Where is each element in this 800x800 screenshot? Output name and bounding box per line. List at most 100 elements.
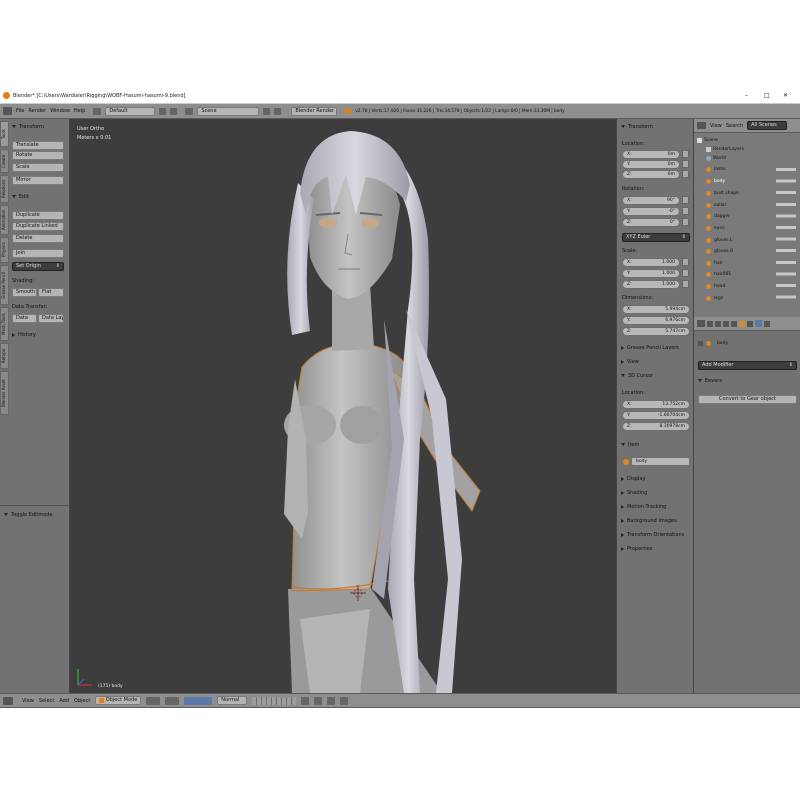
location-x-field[interactable]: X: 0m — [622, 150, 680, 159]
toggle-editmode-header[interactable]: Toggle Editmode — [4, 509, 53, 521]
pivot-point-icon[interactable] — [165, 696, 180, 705]
editor-type-icon[interactable] — [3, 696, 13, 705]
outliner-filter-dropdown[interactable]: All Scenes — [747, 121, 788, 130]
layout-add-icon[interactable] — [159, 107, 167, 115]
viewport-shading-icon[interactable] — [146, 696, 161, 705]
outliner-item-body[interactable]: body — [706, 177, 725, 185]
scene-selector[interactable]: Scene — [197, 106, 260, 116]
editor-type-icon[interactable] — [697, 122, 706, 129]
scene-remove-icon[interactable] — [274, 107, 282, 115]
cursor-x-field[interactable]: X: 13.752cm — [622, 400, 690, 409]
pin-icon[interactable] — [698, 341, 703, 346]
smooth-button[interactable]: Smooth — [12, 288, 37, 297]
render-preview-icon[interactable] — [340, 696, 349, 705]
lock-location-icon[interactable] — [682, 150, 689, 158]
shading-header[interactable]: Shading — [621, 487, 647, 499]
menu-window[interactable]: Window — [50, 108, 70, 114]
set-origin-dropdown[interactable]: Set Origin ⇕ — [12, 262, 64, 271]
motion-tracking-header[interactable]: Motion Tracking — [621, 501, 666, 513]
tab-animation[interactable]: Animation — [0, 205, 9, 235]
properties-header[interactable]: Properties — [621, 543, 652, 555]
duplicate-linked-button[interactable]: Duplicate Linked — [12, 222, 64, 231]
render-engine-selector[interactable]: Blender Render — [291, 106, 338, 116]
lock-location-icon[interactable] — [682, 160, 689, 168]
outliner-item[interactable]: bust shape — [706, 189, 739, 197]
lock-scale-icon[interactable] — [682, 258, 689, 266]
outliner-item[interactable]: head — [706, 282, 725, 290]
scale-z-field[interactable]: Z: 1.000 — [622, 280, 680, 289]
minimize-button[interactable]: – — [745, 92, 748, 99]
transform-header[interactable]: Transform — [12, 121, 44, 133]
menu-select[interactable]: Select — [39, 698, 54, 704]
outliner-item[interactable]: gloves L — [706, 236, 733, 244]
visibility-eye-icon-column[interactable] — [776, 165, 796, 300]
location-z-field[interactable]: Z: 0m — [622, 170, 680, 179]
tab-tools[interactable]: Tools — [0, 121, 9, 147]
view-header[interactable]: View — [621, 356, 639, 368]
mode-selector[interactable]: Object Mode — [95, 696, 142, 705]
tab-create[interactable]: Create — [0, 149, 9, 173]
outliner-item[interactable]: lashs — [706, 165, 726, 173]
editor-type-icon[interactable] — [3, 107, 12, 115]
snap-element-icon[interactable] — [327, 696, 336, 705]
manipulator-icon[interactable] — [184, 696, 213, 705]
dimension-x-field[interactable]: X: 5.994cm — [622, 305, 690, 314]
mirror-button[interactable]: Mirror — [12, 176, 64, 185]
item-name-field[interactable]: body — [631, 457, 690, 466]
shelf-transform-header[interactable]: Transform — [621, 121, 653, 133]
history-header[interactable]: History — [12, 329, 36, 341]
outliner-item[interactable]: legs — [706, 294, 723, 302]
lock-location-icon[interactable] — [682, 170, 689, 178]
grease-pencil-header[interactable]: Grease Pencil Layers — [621, 342, 679, 354]
item-header[interactable]: Item — [621, 439, 639, 451]
world-tab-icon[interactable] — [731, 320, 737, 327]
modifiers-tab-icon[interactable] — [755, 320, 762, 327]
outliner-item-world[interactable]: World — [706, 154, 726, 162]
outliner-item[interactable]: gloves R — [706, 247, 733, 255]
lock-layer-icon[interactable] — [301, 696, 310, 705]
lock-scale-icon[interactable] — [682, 280, 689, 288]
lock-scale-icon[interactable] — [682, 269, 689, 277]
data-button[interactable]: Data — [12, 314, 37, 323]
lock-rotation-icon[interactable] — [682, 196, 689, 204]
layers-tab-icon[interactable] — [715, 320, 721, 327]
maximize-button[interactable]: □ — [764, 92, 770, 99]
edit-header[interactable]: Edit — [12, 191, 29, 203]
transform-orientation-selector[interactable]: Normal — [217, 696, 248, 705]
menu-file[interactable]: File — [16, 108, 24, 114]
layout-remove-icon[interactable] — [170, 107, 178, 115]
tab-retopo[interactable]: Retopo — [0, 343, 9, 369]
tab-mesh-tools[interactable]: Mesh Tools — [0, 307, 9, 341]
rotation-mode-dropdown[interactable]: XYZ Euler ⇕ — [622, 233, 690, 242]
cursor-y-field[interactable]: Y: -1.60704cm — [622, 411, 690, 420]
editor-type-icon[interactable] — [697, 320, 705, 327]
outliner-item[interactable]: collar — [706, 201, 726, 209]
menu-help[interactable]: Help — [74, 108, 85, 114]
menu-add[interactable]: Add — [59, 698, 69, 704]
location-y-field[interactable]: Y: 0m — [622, 160, 680, 169]
outliner-item[interactable]: hair — [706, 259, 723, 267]
data-layout-button[interactable]: Data Layo — [38, 314, 64, 323]
tab-grease-pencil[interactable]: Grease Pencil — [0, 265, 9, 305]
outliner-item-renderlayers[interactable]: RenderLayers — [706, 145, 744, 153]
lock-rotation-icon[interactable] — [682, 207, 689, 215]
close-button[interactable]: ✕ — [783, 92, 788, 99]
tab-relations[interactable]: Relations — [0, 175, 9, 203]
outliner-item[interactable]: eyes — [706, 224, 725, 232]
outliner-item[interactable]: hair001 — [706, 270, 731, 278]
snap-icon[interactable] — [314, 696, 323, 705]
cursor-z-field[interactable]: Z: 8.30978cm — [622, 422, 690, 431]
rotation-z-field[interactable]: Z: 0° — [622, 218, 680, 227]
layers-grid-icon[interactable] — [252, 696, 297, 705]
constraints-tab-icon[interactable] — [747, 320, 753, 327]
dimension-z-field[interactable]: Z: 5.747cm — [622, 327, 690, 336]
outliner-menu-view[interactable]: View — [710, 123, 722, 129]
duplicate-button[interactable]: Duplicate — [12, 211, 64, 220]
lock-rotation-icon[interactable] — [682, 218, 689, 226]
tab-physics[interactable]: Physics — [0, 237, 9, 263]
scale-x-field[interactable]: X: 1.000 — [622, 258, 680, 267]
3d-viewport[interactable]: User Ortho Meters x 0.01 (175) body — [70, 119, 616, 693]
character-model[interactable] — [70, 119, 616, 693]
modifier-header[interactable]: Eevers — [698, 375, 722, 387]
scene-add-icon[interactable] — [263, 107, 271, 115]
